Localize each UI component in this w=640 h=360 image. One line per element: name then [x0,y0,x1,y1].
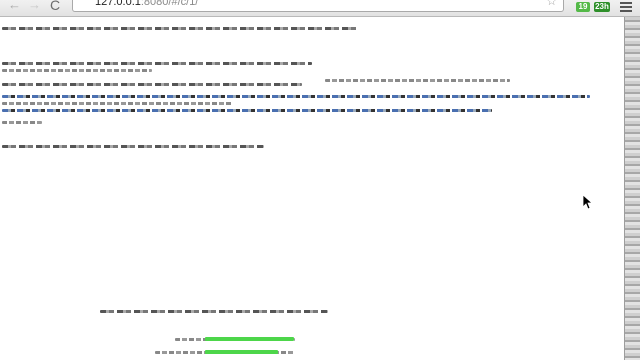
page-heading-line [2,27,357,30]
text-line [325,79,510,82]
text-line [2,102,232,105]
menu-bar-line [620,2,632,4]
progress-bar [205,337,367,341]
reload-button[interactable]: C [50,0,60,14]
link-line[interactable] [2,95,590,98]
link-line[interactable] [2,109,492,112]
text-line [2,69,152,72]
menu-bar-line [620,6,632,8]
hamburger-menu-icon[interactable] [620,2,632,14]
extension-badge-icon[interactable]: 19 [576,2,590,12]
progress-fill [205,337,295,341]
text-line [2,145,264,148]
address-bar[interactable]: 127.0.0.1:8080/#/c/1/ ☆ [72,0,564,12]
forward-button[interactable]: → [28,0,41,14]
text-line [2,121,42,124]
page-scrollbar[interactable] [624,17,640,360]
browser-toolbar: ← → C 127.0.0.1:8080/#/c/1/ ☆ 19 23h [0,0,640,17]
text-line [100,310,328,313]
text-line [2,62,312,65]
browser-window: ← → C 127.0.0.1:8080/#/c/1/ ☆ 19 23h [0,0,640,360]
bookmark-star-icon[interactable]: ☆ [546,0,557,8]
menu-bar-line [620,10,632,12]
text-line [2,83,302,86]
page-content [0,17,624,360]
progress-bar [205,350,367,354]
url-text: 127.0.0.1:8080/#/c/1/ [95,0,198,8]
progress-fill [205,350,278,354]
extension-badge-icon[interactable]: 23h [594,2,610,12]
cursor-arrow-icon [582,194,594,210]
url-path: :8080/#/c/1/ [140,0,199,8]
back-button[interactable]: ← [8,0,21,14]
url-host: 127.0.0.1 [95,0,141,8]
